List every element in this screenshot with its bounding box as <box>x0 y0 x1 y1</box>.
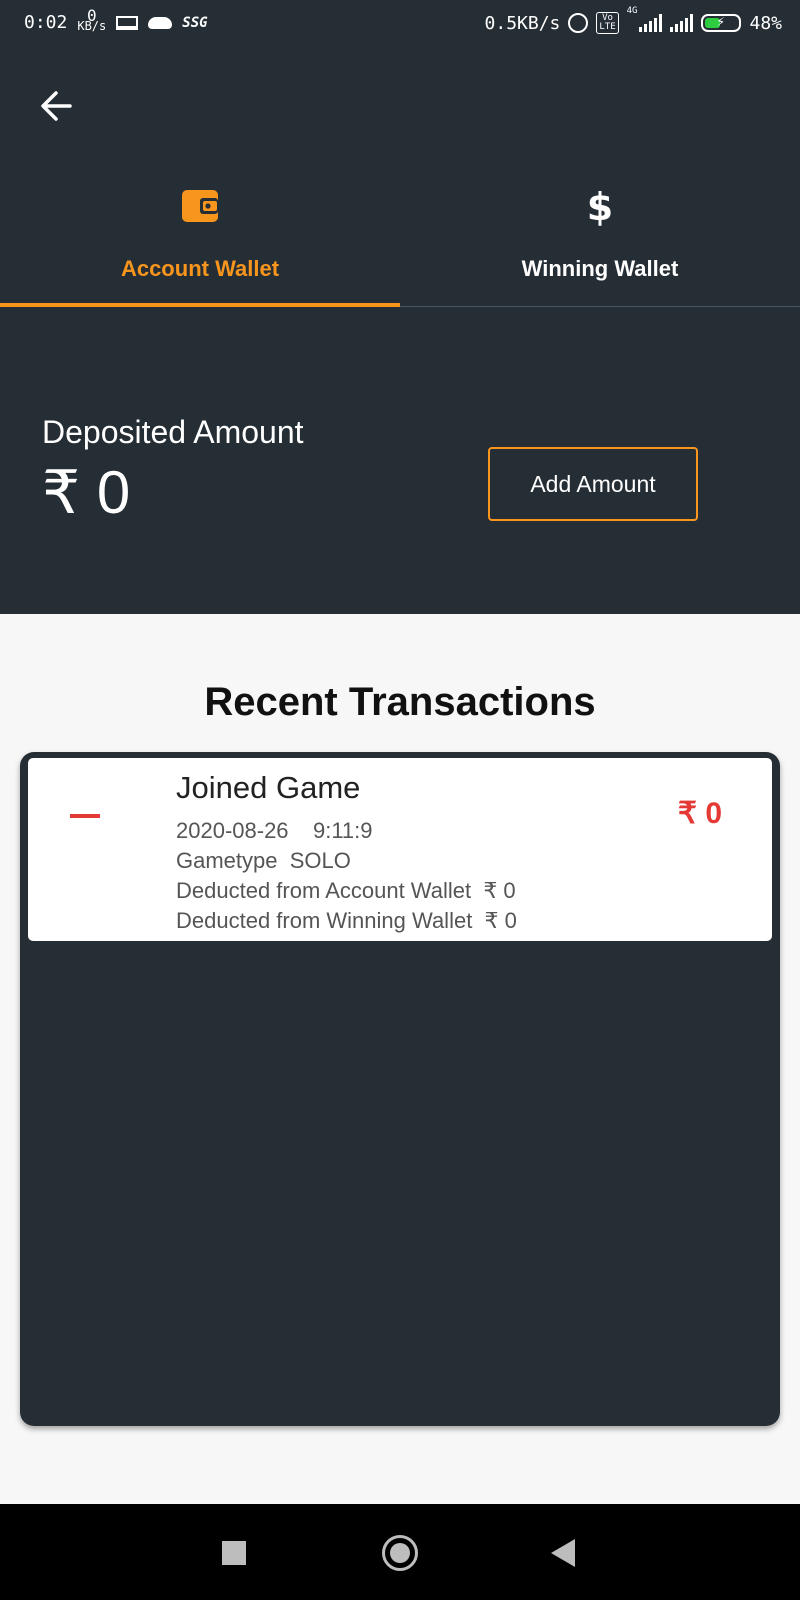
status-left: 0:02 0 KB/s SSG <box>24 7 208 33</box>
cloud-icon <box>148 16 173 29</box>
laptop-icon <box>116 15 139 30</box>
signal-icon-2 <box>670 14 694 32</box>
battery-percent: 48% <box>749 12 782 34</box>
transaction-gametype: Gametype SOLO <box>176 848 351 873</box>
status-time: 0:02 <box>24 12 68 33</box>
recents-icon[interactable] <box>222 1541 246 1565</box>
volte-icon: Vo LTE <box>596 12 619 34</box>
status-bar: 0:02 0 KB/s SSG 0.5KB/s Vo LTE 4G ⚡ 48% <box>0 0 800 48</box>
recent-transactions-title: Recent Transactions <box>204 680 596 724</box>
charging-icon: ⚡ <box>716 14 725 30</box>
back-arrow-svg <box>41 91 72 121</box>
tab-winning-wallet-label: Winning Wallet <box>521 256 679 281</box>
tab-winning-wallet[interactable]: $ Winning Wallet <box>400 130 800 306</box>
status-right: 0.5KB/s Vo LTE 4G ⚡ 48% <box>484 6 782 34</box>
signal-icon-1 <box>639 14 663 32</box>
back-arrow-icon[interactable] <box>36 86 76 126</box>
deposited-amount-label: Deposited Amount <box>42 414 304 450</box>
transaction-title: Joined Game <box>176 770 361 805</box>
dollar-icon-svg: $ <box>587 185 613 229</box>
battery-icon: ⚡ <box>701 14 742 32</box>
deposited-amount-value: ₹ 0 <box>42 459 131 526</box>
transaction-deduct-winning: Deducted from Winning Wallet ₹ 0 <box>176 908 517 933</box>
transaction-deduct-account: Deducted from Account Wallet ₹ 0 <box>176 878 516 903</box>
volte-bottom: LTE <box>599 22 616 32</box>
transaction-datetime: 2020-08-26 9:11:9 <box>176 818 373 843</box>
network-speed: 0.5KB/s <box>484 12 561 34</box>
tab-account-wallet-label: Account Wallet <box>120 256 280 281</box>
network-type: 4G <box>626 6 638 16</box>
svg-text:$: $ <box>587 186 613 226</box>
wallet-icon-svg <box>182 190 218 222</box>
transaction-card[interactable]: Joined Game 2020-08-26 9:11:9 Gametype S… <box>28 758 772 941</box>
wallet-icon <box>0 186 400 226</box>
transaction-amount: ₹ 0 <box>677 797 722 830</box>
data-speed-unit: KB/s <box>77 18 107 33</box>
tab-account-wallet[interactable]: Account Wallet <box>0 130 400 306</box>
minus-icon <box>70 814 100 818</box>
alarm-icon <box>568 13 589 33</box>
add-amount-button[interactable]: Add Amount <box>488 447 698 521</box>
system-nav-bar <box>0 1504 800 1600</box>
nav-back-icon[interactable] <box>551 1539 575 1567</box>
tab-active-indicator <box>0 303 400 307</box>
home-icon[interactable] <box>382 1535 418 1571</box>
dollar-icon: $ <box>400 185 800 229</box>
data-speed-indicator: 0 KB/s <box>77 7 107 33</box>
carrier-label: SSG <box>182 14 208 31</box>
